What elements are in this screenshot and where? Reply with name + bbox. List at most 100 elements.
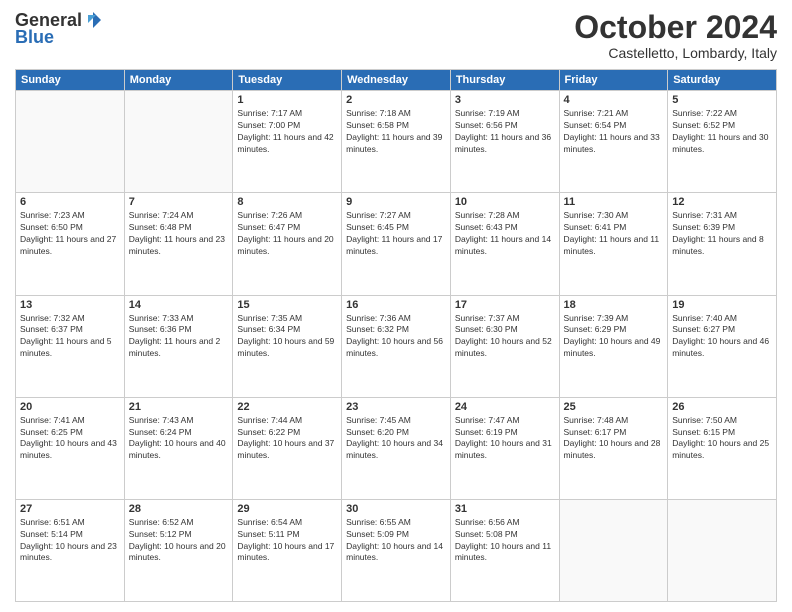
day-info: Sunrise: 7:41 AM Sunset: 6:25 PM Dayligh… (20, 415, 120, 463)
day-info: Sunrise: 7:31 AM Sunset: 6:39 PM Dayligh… (672, 210, 772, 258)
day-number: 7 (129, 196, 229, 208)
day-cell: 26 Sunrise: 7:50 AM Sunset: 6:15 PM Dayli… (668, 397, 777, 499)
day-info: Sunrise: 7:19 AM Sunset: 6:56 PM Dayligh… (455, 108, 555, 156)
logo-blue: Blue (15, 27, 54, 48)
day-info: Sunrise: 7:26 AM Sunset: 6:47 PM Dayligh… (237, 210, 337, 258)
day-number: 6 (20, 196, 120, 208)
day-cell: 20 Sunrise: 7:41 AM Sunset: 6:25 PM Dayli… (16, 397, 125, 499)
day-info: Sunrise: 7:35 AM Sunset: 6:34 PM Dayligh… (237, 313, 337, 361)
day-number: 31 (455, 503, 555, 515)
day-number: 1 (237, 94, 337, 106)
header: General Blue October 2024 Castelletto, L… (15, 10, 777, 61)
day-number: 21 (129, 401, 229, 413)
calendar: SundayMondayTuesdayWednesdayThursdayFrid… (15, 69, 777, 602)
day-info: Sunrise: 7:22 AM Sunset: 6:52 PM Dayligh… (672, 108, 772, 156)
day-cell: 23 Sunrise: 7:45 AM Sunset: 6:20 PM Dayli… (342, 397, 451, 499)
day-cell: 22 Sunrise: 7:44 AM Sunset: 6:22 PM Dayli… (233, 397, 342, 499)
day-number: 4 (564, 94, 664, 106)
day-info: Sunrise: 7:44 AM Sunset: 6:22 PM Dayligh… (237, 415, 337, 463)
day-info: Sunrise: 7:28 AM Sunset: 6:43 PM Dayligh… (455, 210, 555, 258)
day-number: 3 (455, 94, 555, 106)
day-info: Sunrise: 7:30 AM Sunset: 6:41 PM Dayligh… (564, 210, 664, 258)
day-cell: 27Sunrise: 6:51 AM Sunset: 5:14 PM Dayli… (16, 499, 125, 601)
day-info: Sunrise: 7:43 AM Sunset: 6:24 PM Dayligh… (129, 415, 229, 463)
day-number: 12 (672, 196, 772, 208)
week-row-1: 6 Sunrise: 7:23 AM Sunset: 6:50 PM Daylig… (16, 193, 777, 295)
week-row-3: 20 Sunrise: 7:41 AM Sunset: 6:25 PM Dayli… (16, 397, 777, 499)
day-number: 2 (346, 94, 446, 106)
day-number: 9 (346, 196, 446, 208)
weekday-saturday: Saturday (668, 70, 777, 91)
day-info: Sunrise: 7:50 AM Sunset: 6:15 PM Dayligh… (672, 415, 772, 463)
weekday-header-row: SundayMondayTuesdayWednesdayThursdayFrid… (16, 70, 777, 91)
day-cell: 3 Sunrise: 7:19 AM Sunset: 6:56 PM Daylig… (450, 91, 559, 193)
day-info: Sunrise: 7:23 AM Sunset: 6:50 PM Dayligh… (20, 210, 120, 258)
day-cell: 4 Sunrise: 7:21 AM Sunset: 6:54 PM Daylig… (559, 91, 668, 193)
day-info: Sunrise: 7:27 AM Sunset: 6:45 PM Dayligh… (346, 210, 446, 258)
day-info: Sunrise: 7:21 AM Sunset: 6:54 PM Dayligh… (564, 108, 664, 156)
day-info: Sunrise: 7:40 AM Sunset: 6:27 PM Dayligh… (672, 313, 772, 361)
day-cell: 5 Sunrise: 7:22 AM Sunset: 6:52 PM Daylig… (668, 91, 777, 193)
weekday-thursday: Thursday (450, 70, 559, 91)
weekday-monday: Monday (124, 70, 233, 91)
day-info: Sunrise: 7:37 AM Sunset: 6:30 PM Dayligh… (455, 313, 555, 361)
day-cell: 12 Sunrise: 7:31 AM Sunset: 6:39 PM Dayli… (668, 193, 777, 295)
day-cell (668, 499, 777, 601)
day-cell: 8Sunrise: 7:26 AM Sunset: 6:47 PM Daylig… (233, 193, 342, 295)
day-cell: 6 Sunrise: 7:23 AM Sunset: 6:50 PM Daylig… (16, 193, 125, 295)
day-number: 22 (237, 401, 337, 413)
day-info: Sunrise: 7:18 AM Sunset: 6:58 PM Dayligh… (346, 108, 446, 156)
day-number: 16 (346, 299, 446, 311)
day-number: 26 (672, 401, 772, 413)
day-number: 23 (346, 401, 446, 413)
day-cell: 2 Sunrise: 7:18 AM Sunset: 6:58 PM Daylig… (342, 91, 451, 193)
day-info: Sunrise: 7:48 AM Sunset: 6:17 PM Dayligh… (564, 415, 664, 463)
day-cell (559, 499, 668, 601)
day-number: 17 (455, 299, 555, 311)
day-cell: 14Sunrise: 7:33 AM Sunset: 6:36 PM Dayli… (124, 295, 233, 397)
week-row-0: 1 Sunrise: 7:17 AM Sunset: 7:00 PM Daylig… (16, 91, 777, 193)
day-cell: 19 Sunrise: 7:40 AM Sunset: 6:27 PM Dayli… (668, 295, 777, 397)
day-number: 14 (129, 299, 229, 311)
day-cell: 10Sunrise: 7:28 AM Sunset: 6:43 PM Dayli… (450, 193, 559, 295)
day-cell: 18Sunrise: 7:39 AM Sunset: 6:29 PM Dayli… (559, 295, 668, 397)
day-cell: 29 Sunrise: 6:54 AM Sunset: 5:11 PM Dayli… (233, 499, 342, 601)
day-info: Sunrise: 6:51 AM Sunset: 5:14 PM Dayligh… (20, 517, 120, 565)
weekday-friday: Friday (559, 70, 668, 91)
weekday-wednesday: Wednesday (342, 70, 451, 91)
logo-icon (84, 11, 102, 29)
day-cell (16, 91, 125, 193)
weekday-sunday: Sunday (16, 70, 125, 91)
day-info: Sunrise: 6:52 AM Sunset: 5:12 PM Dayligh… (129, 517, 229, 565)
day-number: 29 (237, 503, 337, 515)
weekday-tuesday: Tuesday (233, 70, 342, 91)
day-cell: 25 Sunrise: 7:48 AM Sunset: 6:17 PM Dayli… (559, 397, 668, 499)
day-cell: 24Sunrise: 7:47 AM Sunset: 6:19 PM Dayli… (450, 397, 559, 499)
day-cell: 30Sunrise: 6:55 AM Sunset: 5:09 PM Dayli… (342, 499, 451, 601)
day-number: 20 (20, 401, 120, 413)
day-info: Sunrise: 7:24 AM Sunset: 6:48 PM Dayligh… (129, 210, 229, 258)
day-cell (124, 91, 233, 193)
title-area: October 2024 Castelletto, Lombardy, Ital… (574, 10, 777, 61)
day-number: 11 (564, 196, 664, 208)
day-info: Sunrise: 7:36 AM Sunset: 6:32 PM Dayligh… (346, 313, 446, 361)
month-title: October 2024 (574, 10, 777, 45)
day-cell: 7 Sunrise: 7:24 AM Sunset: 6:48 PM Daylig… (124, 193, 233, 295)
week-row-2: 13Sunrise: 7:32 AM Sunset: 6:37 PM Dayli… (16, 295, 777, 397)
day-cell: 21 Sunrise: 7:43 AM Sunset: 6:24 PM Dayli… (124, 397, 233, 499)
day-info: Sunrise: 7:17 AM Sunset: 7:00 PM Dayligh… (237, 108, 337, 156)
day-number: 19 (672, 299, 772, 311)
day-info: Sunrise: 6:56 AM Sunset: 5:08 PM Dayligh… (455, 517, 555, 565)
day-info: Sunrise: 7:47 AM Sunset: 6:19 PM Dayligh… (455, 415, 555, 463)
day-cell: 15 Sunrise: 7:35 AM Sunset: 6:34 PM Dayli… (233, 295, 342, 397)
logo: General Blue (15, 10, 102, 48)
day-info: Sunrise: 7:45 AM Sunset: 6:20 PM Dayligh… (346, 415, 446, 463)
day-info: Sunrise: 6:54 AM Sunset: 5:11 PM Dayligh… (237, 517, 337, 565)
day-cell: 9 Sunrise: 7:27 AM Sunset: 6:45 PM Daylig… (342, 193, 451, 295)
day-info: Sunrise: 6:55 AM Sunset: 5:09 PM Dayligh… (346, 517, 446, 565)
day-cell: 11 Sunrise: 7:30 AM Sunset: 6:41 PM Dayli… (559, 193, 668, 295)
day-number: 25 (564, 401, 664, 413)
day-number: 15 (237, 299, 337, 311)
location: Castelletto, Lombardy, Italy (574, 45, 777, 61)
day-number: 5 (672, 94, 772, 106)
